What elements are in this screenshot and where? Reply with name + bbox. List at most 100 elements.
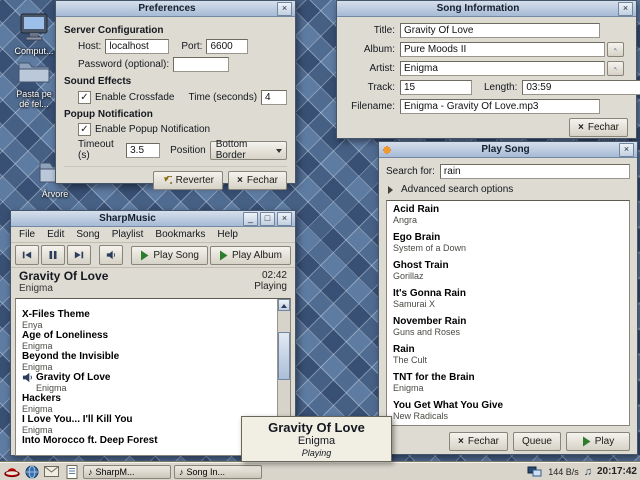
enable-popup-checkbox[interactable]: ✓	[78, 123, 91, 136]
maximize-icon[interactable]: □	[260, 212, 275, 226]
menu-file[interactable]: File	[13, 228, 41, 241]
song-information-body: Title: Album: Artist:	[337, 17, 636, 137]
preferences-titlebar[interactable]: Preferences ×	[56, 1, 295, 17]
list-item[interactable]: TNT for the Brain Enigma	[387, 369, 629, 397]
close-icon[interactable]: ×	[277, 212, 292, 226]
list-item[interactable]: Ego Brain System of a Down	[387, 229, 629, 257]
previous-icon	[22, 250, 32, 260]
search-input[interactable]	[440, 164, 630, 179]
close-button-label: Fechar	[247, 175, 278, 186]
taskbar: ♪ SharpM... ♪ Song In... 144 B/s ♫ 20:17…	[0, 462, 640, 480]
next-button[interactable]	[67, 245, 91, 265]
playlist-row[interactable]: Age of Loneliness Enigma	[16, 330, 277, 351]
menu-help[interactable]: Help	[211, 228, 244, 241]
song-information-titlebar[interactable]: Song Information ×	[337, 1, 636, 17]
list-item[interactable]: You Get What You Give New Radicals	[387, 397, 629, 425]
next-icon	[74, 250, 84, 260]
volume-button[interactable]	[99, 245, 123, 265]
playlist-row-now-playing[interactable]: Gravity Of Love Enigma	[16, 372, 277, 393]
list-item[interactable]: Ghost Train Gorillaz	[387, 257, 629, 285]
pause-button[interactable]	[41, 245, 65, 265]
notification-state: Playing	[244, 448, 389, 459]
now-playing-artist: Enigma	[19, 283, 108, 294]
window-title: SharpMusic	[14, 213, 241, 224]
song-title: Age of Loneliness	[22, 330, 277, 341]
password-input[interactable]	[173, 57, 229, 72]
close-button[interactable]: × Fechar	[449, 432, 508, 451]
port-input[interactable]	[206, 39, 248, 54]
menu-song[interactable]: Song	[70, 228, 105, 241]
play-button[interactable]: Play	[566, 432, 630, 451]
menu-edit[interactable]: Edit	[41, 228, 70, 241]
menu-bookmarks[interactable]: Bookmarks	[149, 228, 211, 241]
play-album-button[interactable]: Play Album	[210, 246, 291, 265]
time-seconds-label: Time (seconds)	[188, 92, 257, 103]
artist-input[interactable]	[400, 61, 605, 76]
song-artist: Enya	[22, 320, 277, 330]
list-item[interactable]: November Rain Guns and Roses	[387, 313, 629, 341]
position-label: Position	[170, 145, 206, 156]
music-note-icon: ♪	[88, 467, 93, 477]
desktop: Comput... Pasta pe de fel... Árvore Lixe…	[0, 0, 640, 480]
filename-input[interactable]	[400, 99, 600, 114]
advanced-search-expander[interactable]: Advanced search options	[379, 181, 637, 197]
playlist-row[interactable]: Into Morocco ft. Deep Forest	[16, 435, 277, 455]
enable-popup-label: Enable Popup Notification	[95, 124, 210, 135]
redhat-menu-button[interactable]	[3, 464, 20, 480]
playlist-row[interactable]: X-Files Theme Enya	[16, 309, 277, 330]
documents-launcher[interactable]	[63, 464, 80, 480]
close-icon[interactable]: ×	[277, 2, 292, 16]
play-song-titlebar[interactable]: Play Song ×	[379, 142, 637, 158]
window-title: Play Song	[394, 144, 617, 155]
play-song-window: Play Song × Search for: Advanced search …	[378, 141, 638, 455]
close-button[interactable]: × Fechar	[569, 118, 628, 137]
playlist-row[interactable]: Beyond the Invisible Enigma	[16, 351, 277, 372]
web-browser-launcher[interactable]	[23, 464, 40, 480]
album-label: Album:	[345, 44, 395, 55]
queue-button[interactable]: Queue	[513, 432, 561, 451]
minimize-icon[interactable]: _	[243, 212, 258, 226]
revert-button[interactable]: Reverter	[153, 171, 223, 190]
host-input[interactable]	[105, 39, 169, 54]
artist-lookup-button[interactable]	[607, 61, 624, 76]
scrollbar-thumb[interactable]	[278, 332, 290, 380]
track-input[interactable]	[400, 80, 472, 95]
album-input[interactable]	[400, 42, 605, 57]
song-title: Ghost Train	[393, 260, 623, 271]
title-input[interactable]	[400, 23, 600, 38]
music-player-tray-icon[interactable]: ♫	[584, 466, 592, 478]
close-icon[interactable]: ×	[618, 2, 633, 16]
network-monitor-icon[interactable]	[527, 466, 543, 478]
song-artist: Enigma	[22, 425, 277, 435]
folder-icon	[17, 58, 51, 85]
playlist-row[interactable]: Enya	[16, 299, 277, 309]
length-input[interactable]	[522, 80, 640, 95]
list-item[interactable]: It's Gonna Rain Samurai X	[387, 285, 629, 313]
album-lookup-button[interactable]	[607, 42, 624, 57]
scroll-up-button[interactable]	[278, 299, 290, 311]
song-title: Hackers	[22, 393, 277, 404]
crossfade-time-input[interactable]	[261, 90, 287, 105]
enable-crossfade-checkbox[interactable]: ✓	[78, 91, 91, 104]
song-artist: Enigma	[22, 362, 277, 372]
song-title: November Rain	[393, 316, 623, 327]
taskbar-clock[interactable]: 20:17:42	[597, 466, 637, 477]
previous-button[interactable]	[15, 245, 39, 265]
email-launcher[interactable]	[43, 464, 60, 480]
close-icon[interactable]: ×	[619, 143, 634, 157]
play-song-button[interactable]: Play Song	[131, 246, 208, 265]
close-button[interactable]: × Fechar	[228, 171, 287, 190]
sharpmusic-titlebar[interactable]: SharpMusic _ □ ×	[11, 211, 295, 227]
playlist-row[interactable]: I Love You... I'll Kill You Enigma	[16, 414, 277, 435]
taskbar-window-button-sharpmusic[interactable]: ♪ SharpM...	[83, 465, 171, 479]
list-item[interactable]: Acid Rain Angra	[387, 201, 629, 229]
search-icon	[614, 44, 617, 55]
menu-playlist[interactable]: Playlist	[106, 228, 150, 241]
search-icon	[614, 63, 617, 74]
position-dropdown[interactable]: Bottom Border	[210, 141, 287, 160]
playlist-row[interactable]: Hackers Enigma	[16, 393, 277, 414]
song-artist: Gorillaz	[393, 271, 623, 281]
list-item[interactable]: Rain The Cult	[387, 341, 629, 369]
timeout-input[interactable]	[126, 143, 160, 158]
taskbar-window-button-song-info[interactable]: ♪ Song In...	[174, 465, 262, 479]
